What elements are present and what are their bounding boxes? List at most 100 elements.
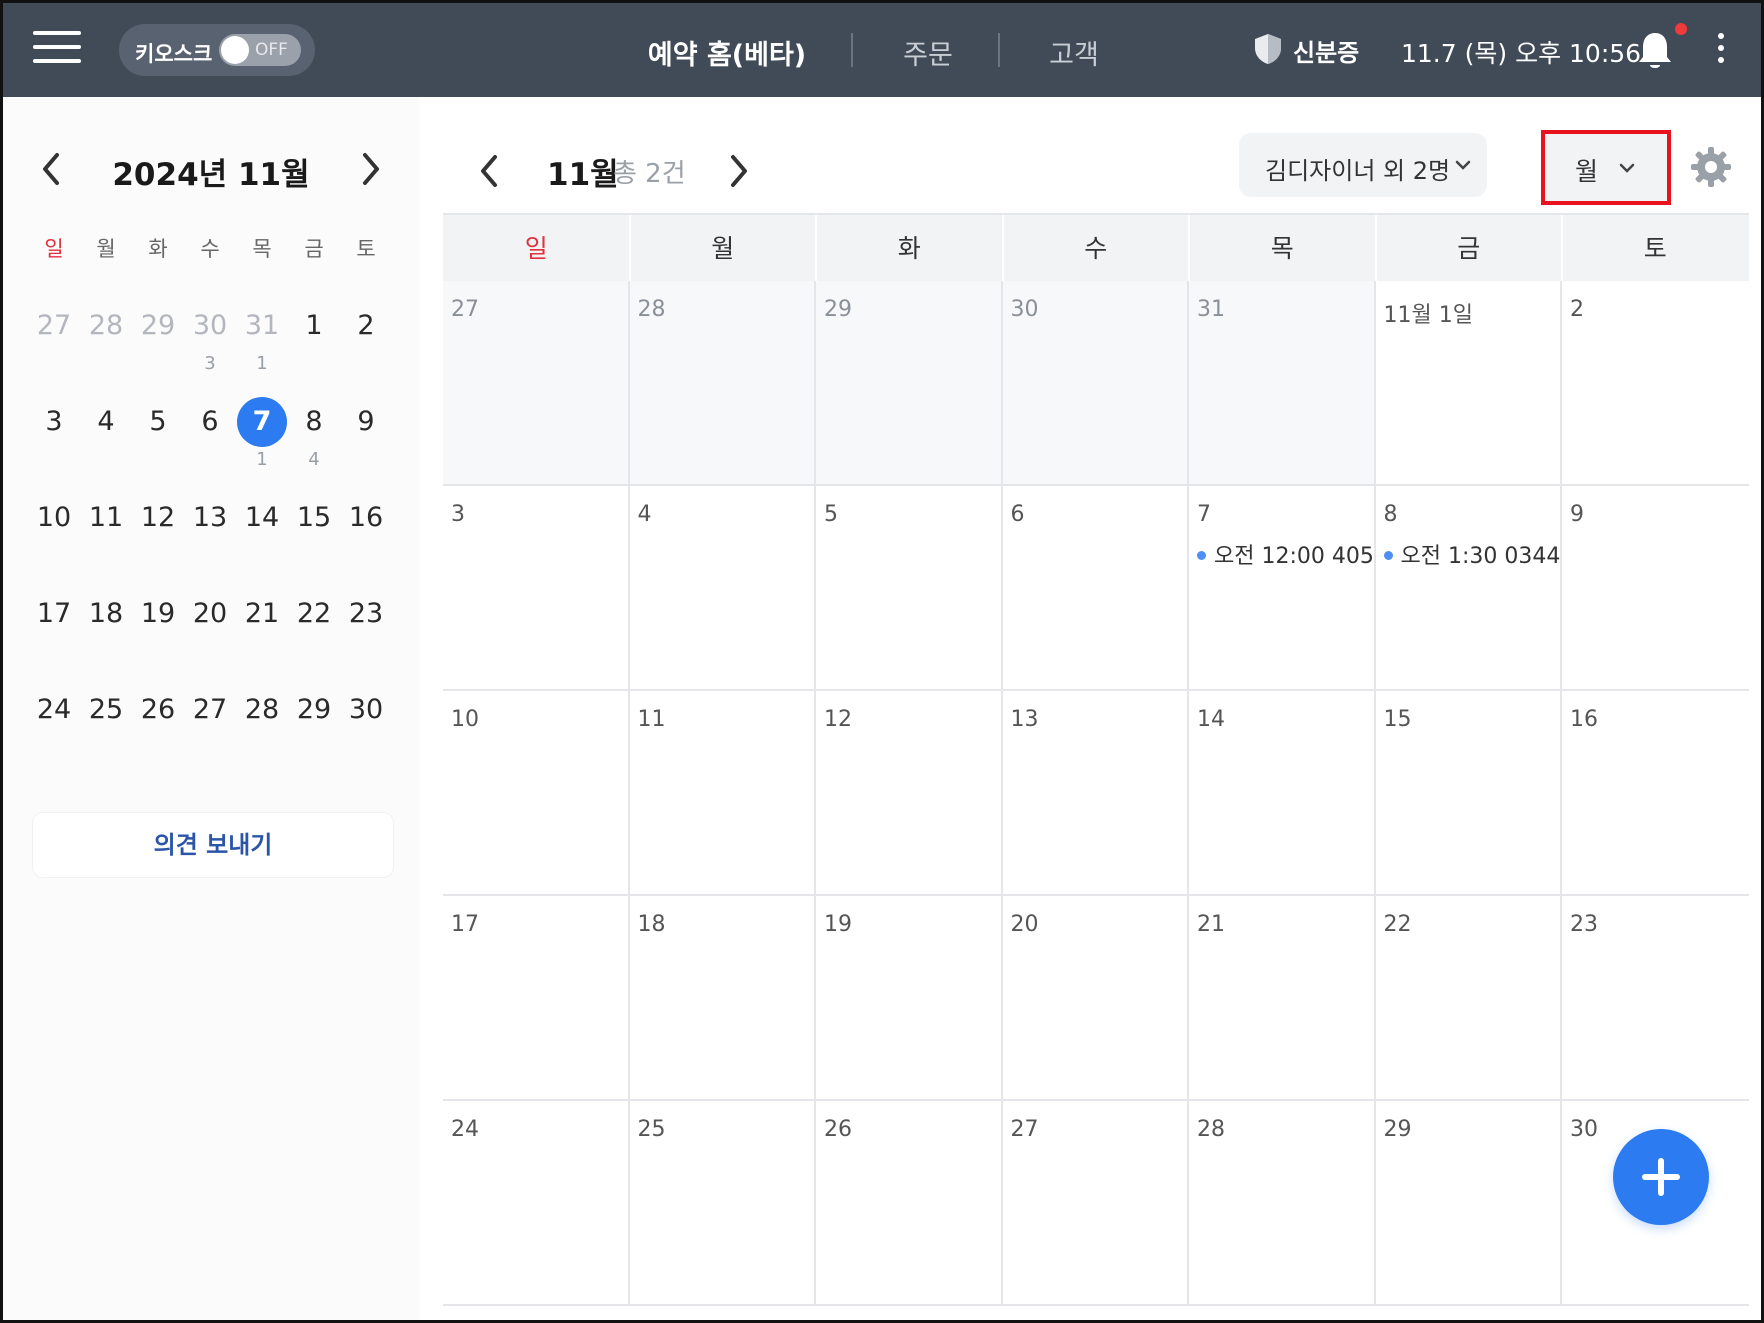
hamburger-icon[interactable] [33,31,81,67]
mini-day[interactable]: 8 [289,397,339,447]
calendar-day-cell[interactable]: 17 [443,896,630,1101]
mini-day[interactable]: 3 [29,397,79,447]
mini-day[interactable]: 5 [133,397,183,447]
mini-day[interactable]: 22 [289,589,339,639]
calendar-day-cell[interactable]: 20 [1002,896,1189,1101]
calendar-day-cell[interactable]: 18 [629,896,816,1101]
calendar-day-cell[interactable]: 3 [443,486,630,691]
mini-weekday-label: 수 [200,237,220,261]
kiosk-toggle-knob [221,36,249,64]
staff-filter-dropdown[interactable]: 김디자이너 외 2명 [1239,133,1487,197]
calendar-day-number: 2 [1570,297,1584,322]
calendar-day-cell[interactable]: 21 [1189,896,1376,1101]
add-reservation-button[interactable] [1613,1129,1709,1225]
calendar-day-cell[interactable]: 8 오전 1:30 0344 [1375,486,1562,691]
kebab-icon[interactable] [1715,33,1727,69]
bell-icon[interactable] [1635,29,1675,73]
calendar-day-cell[interactable]: 27 [443,281,630,486]
mini-day-selected[interactable]: 7 [237,397,287,447]
mini-day[interactable]: 9 [341,397,391,447]
mini-day[interactable]: 24 [29,685,79,735]
calendar-day-number: 31 [1197,297,1225,322]
calendar-day-cell[interactable]: 27 [1002,1101,1189,1306]
mini-day[interactable]: 16 [341,493,391,543]
mini-day[interactable]: 1 [289,301,339,351]
calendar-day-cell[interactable]: 23 [1562,896,1749,1101]
mini-day[interactable]: 30 [185,301,235,351]
calendar-day-cell[interactable]: 25 [629,1101,816,1306]
calendar-day-cell[interactable]: 11 [629,691,816,896]
calendar-day-cell[interactable]: 2 [1562,281,1749,486]
mini-day[interactable]: 27 [29,301,79,351]
calendar-day-cell[interactable]: 31 [1189,281,1376,486]
calendar-day-cell[interactable]: 22 [1375,896,1562,1101]
calendar-day-number: 25 [637,1117,666,1142]
calendar-day-number: 5 [824,502,838,527]
calendar-day-cell[interactable]: 14 [1189,691,1376,896]
reservation-event[interactable]: 오전 1:30 0344 [1383,538,1560,570]
calendar-day-cell[interactable]: 11월 1일 [1375,281,1562,486]
mini-day[interactable]: 17 [29,589,79,639]
calendar-day-cell[interactable]: 7 오전 12:00 4051 [1189,486,1376,691]
mini-day[interactable]: 27 [185,685,235,735]
send-feedback-button[interactable]: 의견 보내기 [33,813,393,877]
nav-divider [998,33,1000,67]
calendar-day-cell[interactable]: 5 [816,486,1003,691]
calendar-day-cell[interactable]: 28 [1189,1101,1376,1306]
calendar-day-cell[interactable]: 19 [816,896,1003,1101]
mini-day[interactable]: 25 [81,685,131,735]
mini-day[interactable]: 26 [133,685,183,735]
calendar-day-cell[interactable]: 6 [1002,486,1189,691]
calendar-day-cell[interactable]: 29 [816,281,1003,486]
mini-day[interactable]: 28 [237,685,287,735]
kiosk-toggle[interactable]: OFF [219,34,301,66]
kiosk-label: 키오스크 [135,42,213,66]
calendar-day-cell[interactable]: 10 [443,691,630,896]
calendar-day-cell[interactable]: 28 [629,281,816,486]
mini-weekday-label: 목 [252,237,272,261]
mini-next-month-icon[interactable] [353,147,389,191]
mini-day[interactable]: 4 [81,397,131,447]
mini-day[interactable]: 21 [237,589,287,639]
calendar-day-cell[interactable]: 24 [443,1101,630,1306]
next-month-icon[interactable] [721,149,757,193]
calendar-day-cell[interactable]: 16 [1562,691,1749,896]
mini-day[interactable]: 23 [341,589,391,639]
mini-day[interactable]: 13 [185,493,235,543]
mini-day[interactable]: 11 [81,493,131,543]
mini-day[interactable]: 6 [185,397,235,447]
calendar-day-cell[interactable]: 29 [1375,1101,1562,1306]
weekday-header: 토 [1643,234,1667,263]
mini-day[interactable]: 30 [341,685,391,735]
nav-tab-reservation-home[interactable]: 예약 홈(베타) [647,33,807,72]
calendar-day-cell[interactable]: 4 [629,486,816,691]
calendar-day-cell[interactable]: 13 [1002,691,1189,896]
mini-day[interactable]: 29 [289,685,339,735]
weekday-header: 목 [1270,234,1294,263]
mini-prev-month-icon[interactable] [33,147,69,191]
view-mode-dropdown[interactable]: 월 [1541,130,1671,205]
mini-day[interactable]: 12 [133,493,183,543]
mini-day[interactable]: 19 [133,589,183,639]
calendar-day-cell[interactable]: 15 [1375,691,1562,896]
mini-day[interactable]: 31 [237,301,287,351]
mini-day[interactable]: 20 [185,589,235,639]
mini-day[interactable]: 29 [133,301,183,351]
reservation-event[interactable]: 오전 12:00 4051 [1197,538,1374,570]
nav-tab-orders[interactable]: 주문 [883,33,973,72]
prev-month-icon[interactable] [471,149,507,193]
calendar-day-cell[interactable]: 9 [1562,486,1749,691]
mini-weekday-label: 금 [304,237,324,261]
calendar-day-cell[interactable]: 12 [816,691,1003,896]
mini-day[interactable]: 2 [341,301,391,351]
mini-day[interactable]: 10 [29,493,79,543]
mini-day[interactable]: 18 [81,589,131,639]
calendar-day-number: 12 [824,707,852,732]
gear-icon[interactable] [1689,145,1733,189]
mini-day[interactable]: 15 [289,493,339,543]
nav-tab-customers[interactable]: 고객 [1029,33,1119,72]
mini-day[interactable]: 14 [237,493,287,543]
calendar-day-cell[interactable]: 30 [1002,281,1189,486]
calendar-day-cell[interactable]: 26 [816,1101,1003,1306]
mini-day[interactable]: 28 [81,301,131,351]
